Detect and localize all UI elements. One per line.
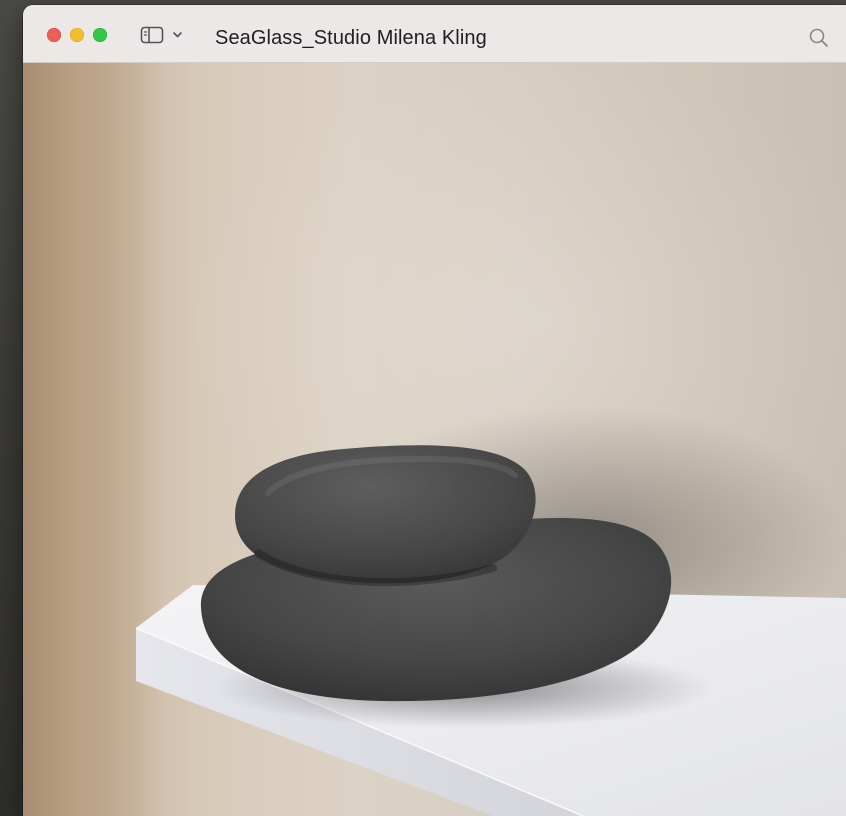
title-bar[interactable]: SeaGlass_Studio Milena Kling xyxy=(23,5,846,63)
close-button[interactable] xyxy=(47,28,61,42)
chevron-down-icon xyxy=(173,32,182,38)
search-button[interactable] xyxy=(808,27,830,49)
sidebar-toggle-button[interactable] xyxy=(140,25,188,45)
sidebar-icon xyxy=(140,26,164,44)
window-title: SeaGlass_Studio Milena Kling xyxy=(215,27,487,49)
minimize-button[interactable] xyxy=(70,28,84,42)
image-canvas xyxy=(23,63,846,816)
search-icon xyxy=(809,28,828,47)
preview-window: SeaGlass_Studio Milena Kling xyxy=(23,5,846,816)
photo-stacked-stones-on-shelf xyxy=(135,445,846,816)
zoom-button[interactable] xyxy=(93,28,107,42)
